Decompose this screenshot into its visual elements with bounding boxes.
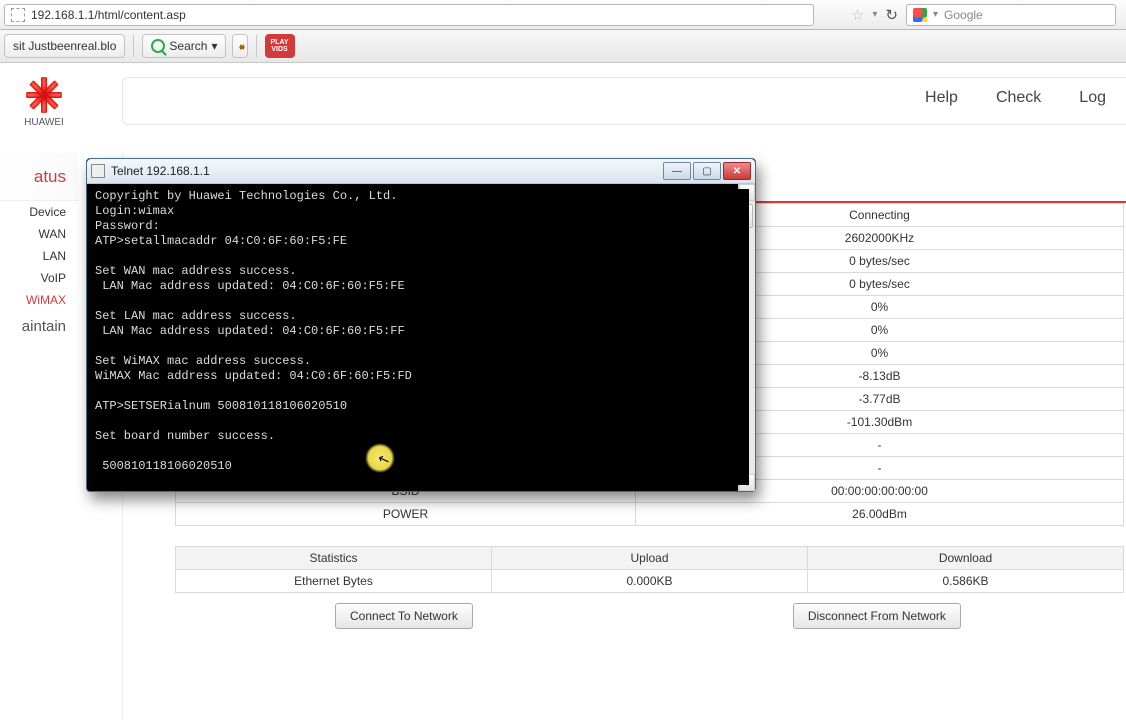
sidebar-item-wan[interactable]: WAN <box>0 223 78 245</box>
page-favicon <box>11 8 25 22</box>
stats-header-0: Statistics <box>176 547 492 570</box>
search-icon <box>151 39 165 53</box>
status-value: 26.00dBm <box>636 503 1124 526</box>
browser-search-field[interactable]: ▾ Google <box>906 4 1116 26</box>
disconnect-button[interactable]: Disconnect From Network <box>793 603 961 629</box>
toolbar-search-button[interactable]: Search ▾ <box>142 34 226 58</box>
action-buttons: Connect To Network Disconnect From Netwo… <box>175 593 1126 629</box>
sidebar-item-device[interactable]: Device <box>0 201 78 223</box>
close-button[interactable]: ✕ <box>723 162 751 180</box>
table-row: POWER26.00dBm <box>176 503 1124 526</box>
stats-header-1: Upload <box>492 547 808 570</box>
toolbar-audio-button[interactable]: ◂▸ <box>232 34 247 58</box>
audio-split-icon: ◂▸ <box>238 40 241 53</box>
google-icon <box>913 8 927 22</box>
table-row: Ethernet Bytes 0.000KB 0.586KB <box>176 570 1124 593</box>
playvids-label-top: PLAY <box>271 39 289 46</box>
minimize-button[interactable]: — <box>663 162 691 180</box>
stats-header-2: Download <box>808 547 1124 570</box>
status-label: POWER <box>176 503 636 526</box>
page-body: HUAWEI Help Check Log atus Device WAN LA… <box>0 63 1126 720</box>
telnet-title: Telnet 192.168.1.1 <box>111 164 210 178</box>
playvids-label-bot: VIDS <box>271 46 287 53</box>
huawei-logo: HUAWEI <box>14 75 74 128</box>
search-placeholder: Google <box>944 8 983 22</box>
browser-url-bar: 192.168.1.1/html/content.asp ☆ ▾ ↻ ▾ Goo… <box>0 0 1126 30</box>
playvids-button[interactable]: PLAY VIDS <box>265 34 295 58</box>
toolbar-separator <box>133 35 134 57</box>
telnet-app-icon <box>91 164 105 178</box>
url-history-chevron-icon[interactable]: ▾ <box>872 9 877 20</box>
sidebar-item-lan[interactable]: LAN <box>0 245 78 267</box>
telnet-window[interactable]: Telnet 192.168.1.1 — ▢ ✕ ▲ ▼ Copyright b… <box>86 158 756 492</box>
sidebar-item-wimax[interactable]: WiMAX <box>0 289 78 311</box>
bookmark-label: sit Justbeenreal.blo <box>13 39 116 53</box>
stats-cell-2: 0.586KB <box>808 570 1124 593</box>
toolbar-separator <box>256 35 257 57</box>
search-engine-chevron-icon[interactable]: ▾ <box>933 9 938 20</box>
bookmarks-toolbar: sit Justbeenreal.blo Search ▾ ◂▸ PLAY VI… <box>0 30 1126 63</box>
brand-name: HUAWEI <box>14 117 74 128</box>
connect-button[interactable]: Connect To Network <box>335 603 473 629</box>
stats-cell-1: 0.000KB <box>492 570 808 593</box>
telnet-titlebar[interactable]: Telnet 192.168.1.1 — ▢ ✕ <box>87 159 755 184</box>
toolbar-search-label: Search <box>169 39 207 53</box>
reload-icon[interactable]: ↻ <box>885 6 898 24</box>
bookmark-item[interactable]: sit Justbeenreal.blo <box>4 34 125 58</box>
statistics-table: Statistics Upload Download Ethernet Byte… <box>175 546 1124 593</box>
maximize-button[interactable]: ▢ <box>693 162 721 180</box>
address-field[interactable]: 192.168.1.1/html/content.asp <box>4 4 814 26</box>
sidebar-section-maintain[interactable]: aintain <box>0 311 78 341</box>
sidebar-section-status[interactable]: atus <box>0 153 78 201</box>
nav-help[interactable]: Help <box>925 89 958 107</box>
nav-logout[interactable]: Log <box>1079 89 1106 107</box>
telnet-terminal-output: Copyright by Huawei Technologies Co., Lt… <box>93 189 749 485</box>
nav-check[interactable]: Check <box>996 89 1041 107</box>
huawei-petals-icon <box>24 75 64 115</box>
top-nav: Help Check Log <box>925 89 1126 107</box>
bookmark-star-icon[interactable]: ☆ <box>851 6 864 24</box>
url-text: 192.168.1.1/html/content.asp <box>31 8 186 22</box>
stats-cell-0: Ethernet Bytes <box>176 570 492 593</box>
sidebar: atus Device WAN LAN VoIP WiMAX aintain <box>0 153 78 341</box>
sidebar-item-voip[interactable]: VoIP <box>0 267 78 289</box>
chevron-down-icon: ▾ <box>211 39 217 53</box>
